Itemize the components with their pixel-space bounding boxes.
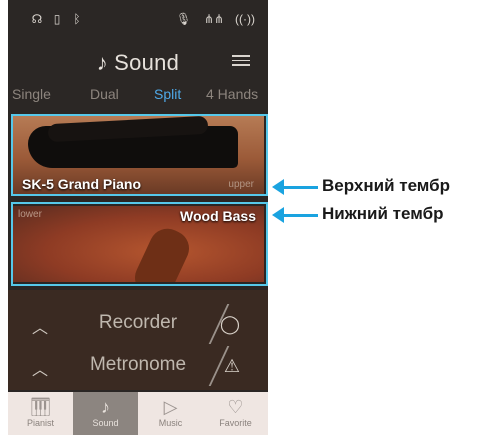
tab-split[interactable]: Split (154, 86, 181, 102)
upper-annotation: Верхний тембр (322, 176, 451, 195)
upper-highlight-frame (11, 114, 268, 196)
nav-favorite[interactable]: ♡ Favorite (203, 392, 268, 435)
function-rows: ︿ Recorder ◯ ︿ Metronome ⚠︎ (8, 290, 268, 390)
page-title: ♪ Sound (8, 50, 268, 76)
menu-icon[interactable] (232, 52, 250, 66)
note-icon: ♪ (101, 397, 110, 417)
lower-highlight-frame (11, 202, 268, 286)
lower-annotation: Нижний тембр (322, 204, 444, 223)
tab-dual[interactable]: Dual (90, 86, 119, 102)
nav-music-label: Music (158, 418, 183, 428)
mode-tabs: Single Dual Split 4 Hands (8, 86, 268, 108)
piano-icon: 🎹︎ (29, 397, 52, 417)
tab-single[interactable]: Single (12, 86, 51, 102)
bottom-navigation: 🎹︎ Pianist ♪ Sound ▷ Music ♡ Favorite (8, 392, 268, 435)
equalizer-icon: ⋔⋔ (203, 12, 225, 26)
header: ♪ Sound Single Dual Split 4 Hands (8, 38, 268, 110)
metronome-icon[interactable]: ⚠︎ (224, 356, 240, 377)
usb-icon: ▯ (53, 12, 61, 26)
nav-favorite-label: Favorite (219, 418, 252, 428)
nav-music[interactable]: ▷ Music (138, 392, 203, 435)
nav-pianist-label: Pianist (26, 418, 54, 428)
lower-arrow (272, 207, 318, 223)
wireless-audio-icon: ((·)) (235, 12, 255, 26)
recorder-row[interactable]: ︿ Recorder ◯ (8, 304, 268, 344)
bluetooth-icon: ᛒ (73, 12, 81, 26)
status-bar: ☊ ▯ ᛒ 🎙︎ ⋔⋔ ((·)) (8, 0, 268, 38)
heart-icon: ♡ (227, 397, 244, 417)
note-icon: ♪ (96, 50, 109, 75)
nav-sound[interactable]: ♪ Sound (73, 392, 138, 435)
headphones-icon: ☊ (31, 12, 43, 26)
nav-pianist[interactable]: 🎹︎ Pianist (8, 392, 73, 435)
metronome-row[interactable]: ︿ Metronome ⚠︎ (8, 346, 268, 386)
record-icon[interactable]: ◯ (220, 314, 240, 335)
mic-icon: 🎙︎ (176, 12, 192, 26)
page-title-text: Sound (114, 50, 180, 75)
upper-arrow (272, 179, 318, 195)
nav-sound-label: Sound (92, 418, 119, 428)
tab-4-hands[interactable]: 4 Hands (206, 86, 258, 102)
play-icon: ▷ (163, 397, 178, 417)
